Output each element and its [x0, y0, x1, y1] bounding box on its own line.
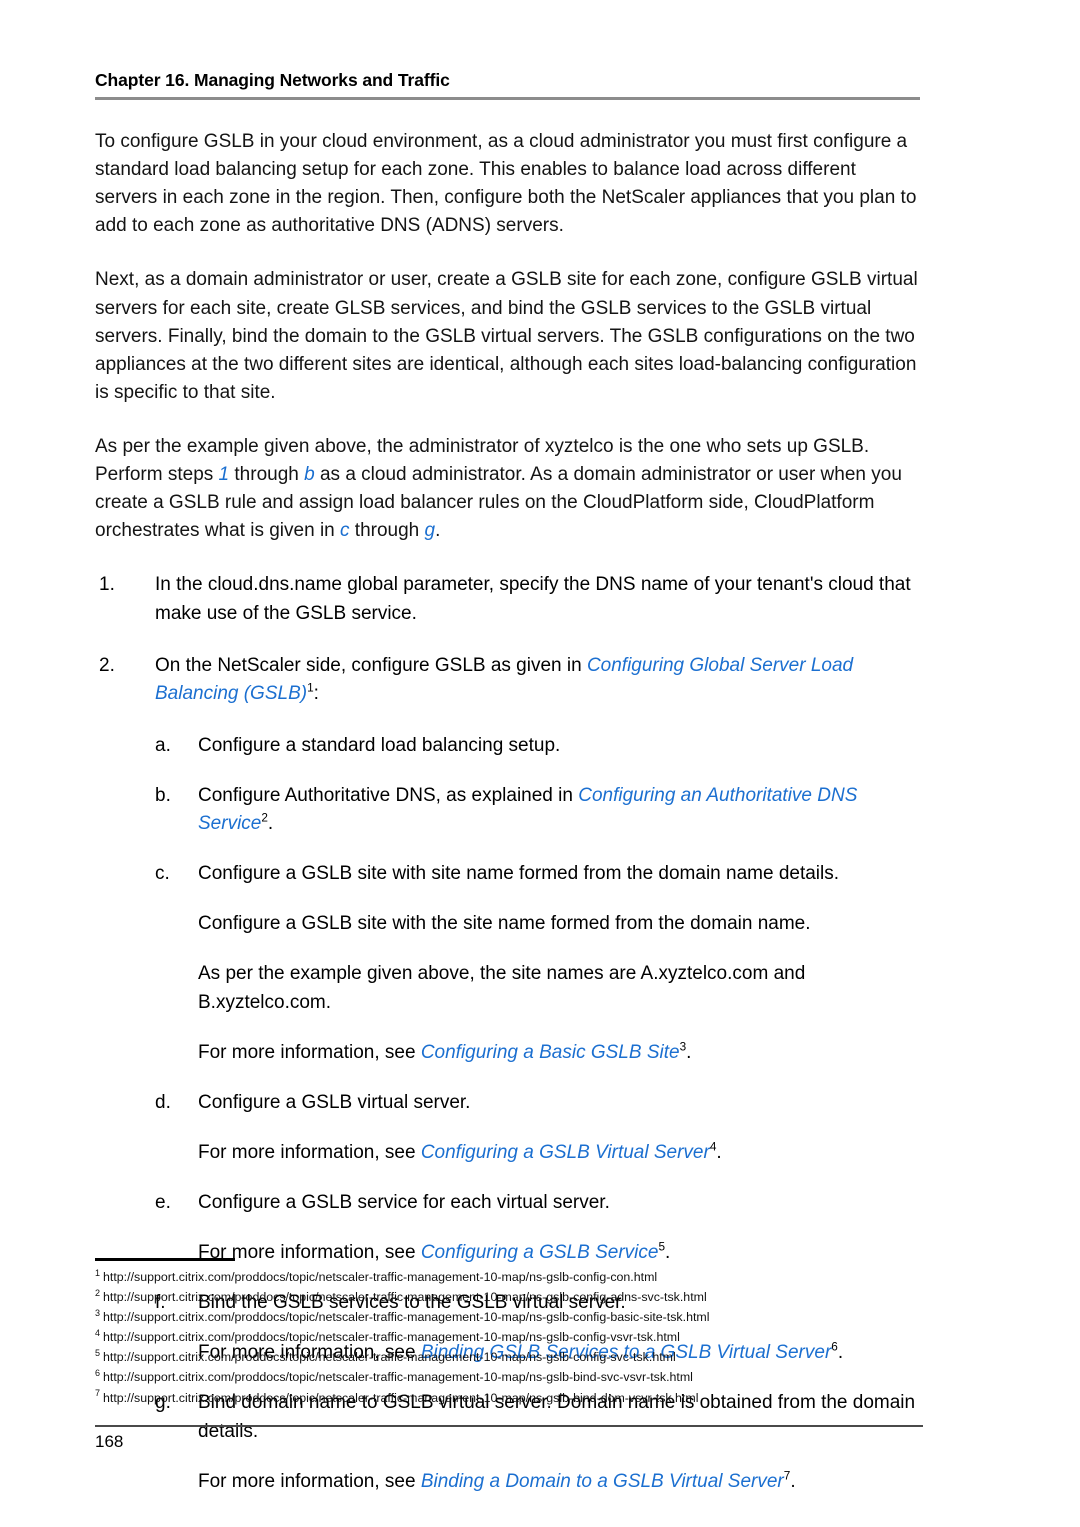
- more-info-label-g: For more information, see: [198, 1470, 421, 1492]
- footnote-url[interactable]: http://support.citrix.com/proddocs/topic…: [103, 1370, 693, 1384]
- substep-item-d: d. Configure a GSLB virtual server. For …: [155, 1089, 923, 1167]
- page-header: Chapter 16. Managing Networks and Traffi…: [95, 70, 920, 100]
- substep-marker-e: e.: [155, 1191, 171, 1213]
- footnote-divider: [95, 1258, 235, 1261]
- footnote-url[interactable]: http://support.citrix.com/proddocs/topic…: [103, 1310, 709, 1324]
- footnote-entry: 5 http://support.citrix.com/proddocs/topi…: [95, 1347, 923, 1367]
- substep-marker-b: b.: [155, 784, 171, 806]
- substep-marker-c: c.: [155, 863, 170, 885]
- footnote-url[interactable]: http://support.citrix.com/proddocs/topic…: [103, 1270, 657, 1284]
- step-marker-1: 1.: [99, 574, 115, 596]
- more-info-period-g: .: [790, 1470, 796, 1492]
- substep-item-e: e. Configure a GSLB service for each vir…: [155, 1189, 923, 1267]
- substep-text-c: Configure a GSLB site with site name for…: [198, 863, 840, 885]
- step-text-2-after: :: [313, 682, 319, 704]
- paragraph-3-text-4: through: [349, 520, 425, 542]
- step-text-1: In the cloud.dns.name global parameter, …: [155, 574, 911, 624]
- substep-d-more-info: For more information, see Configuring a …: [198, 1139, 923, 1167]
- intro-paragraph-2: Next, as a domain administrator or user,…: [95, 269, 918, 403]
- substep-text-a: Configure a standard load balancing setu…: [198, 734, 561, 756]
- more-info-label-c: For more information, see: [198, 1041, 421, 1063]
- substep-text-b-after: .: [267, 813, 274, 835]
- footnote-url[interactable]: http://support.citrix.com/proddocs/topic…: [103, 1330, 680, 1344]
- substep-item-a: a. Configure a standard load balancing s…: [155, 732, 923, 760]
- step-ref-c-link[interactable]: c: [340, 520, 350, 541]
- footer-divider: [95, 1425, 923, 1427]
- footnote-entry: 6 http://support.citrix.com/proddocs/topi…: [95, 1367, 923, 1387]
- footnote-number: 1: [95, 1267, 101, 1278]
- footnote-entry: 7 http://support.citrix.com/proddocs/topi…: [95, 1388, 923, 1408]
- step-marker-2: 2.: [99, 654, 115, 676]
- footnote-section: 1 http://support.citrix.com/proddocs/topi…: [95, 1258, 923, 1408]
- substep-c-note-2: As per the example given above, the site…: [198, 963, 806, 1013]
- intro-paragraph-3: As per the example given above, the admi…: [95, 433, 923, 545]
- binding-domain-link[interactable]: Binding a Domain to a GSLB Virtual Serve…: [421, 1471, 784, 1492]
- footnote-number: 5: [95, 1348, 101, 1359]
- step-item-1: 1. In the cloud.dns.name global paramete…: [95, 571, 923, 627]
- substep-item-c: c. Configure a GSLB site with site name …: [155, 860, 923, 1067]
- substep-text-b-before: Configure Authoritative DNS, as explaine…: [198, 784, 579, 806]
- footnote-entry: 1 http://support.citrix.com/proddocs/topi…: [95, 1267, 923, 1287]
- paragraph-3-text-5: .: [435, 520, 441, 542]
- substep-item-b: b. Configure Authoritative DNS, as expla…: [155, 782, 923, 838]
- substep-marker-a: a.: [155, 734, 171, 756]
- chapter-title: Chapter 16. Managing Networks and Traffi…: [95, 70, 450, 90]
- step-text-2-before: On the NetScaler side, configure GSLB as…: [155, 654, 587, 676]
- page-number: 168: [95, 1432, 124, 1451]
- more-info-period-c: .: [686, 1041, 692, 1063]
- footnote-number: 7: [95, 1388, 101, 1399]
- substep-c-note-1: Configure a GSLB site with the site name…: [198, 913, 811, 935]
- step-ref-g-link[interactable]: g: [425, 520, 436, 541]
- more-info-period-d: .: [716, 1141, 722, 1163]
- paragraph-3-text-2: through: [229, 464, 305, 486]
- substep-marker-d: d.: [155, 1091, 171, 1113]
- header-divider: [95, 97, 920, 100]
- substep-g-more-info: For more information, see Binding a Doma…: [198, 1468, 923, 1496]
- more-info-label-d: For more information, see: [198, 1141, 421, 1163]
- substep-c-more-info: For more information, see Configuring a …: [198, 1039, 923, 1067]
- footnote-number: 6: [95, 1368, 101, 1379]
- footnote-url[interactable]: http://support.citrix.com/proddocs/topic…: [103, 1350, 676, 1364]
- footnote-number: 2: [95, 1287, 101, 1298]
- intro-paragraph-1: To configure GSLB in your cloud environm…: [95, 131, 917, 237]
- footnote-url[interactable]: http://support.citrix.com/proddocs/topic…: [103, 1391, 698, 1405]
- footnote-entry: 3 http://support.citrix.com/proddocs/topi…: [95, 1307, 923, 1327]
- footnote-number: 3: [95, 1308, 101, 1319]
- gslb-virtual-server-link[interactable]: Configuring a GSLB Virtual Server: [421, 1142, 710, 1163]
- substep-text-e: Configure a GSLB service for each virtua…: [198, 1191, 610, 1213]
- document-page: Chapter 16. Managing Networks and Traffi…: [0, 0, 1080, 1527]
- footnote-number: 4: [95, 1328, 101, 1339]
- footnote-url[interactable]: http://support.citrix.com/proddocs/topic…: [103, 1290, 707, 1304]
- basic-gslb-site-link[interactable]: Configuring a Basic GSLB Site: [421, 1042, 680, 1063]
- footnote-entry: 2 http://support.citrix.com/proddocs/topi…: [95, 1287, 923, 1307]
- footnote-entry: 4 http://support.citrix.com/proddocs/topi…: [95, 1327, 923, 1347]
- substep-text-d: Configure a GSLB virtual server.: [198, 1091, 471, 1113]
- step-ref-b-link[interactable]: b: [304, 464, 315, 485]
- step-ref-1-link[interactable]: 1: [219, 464, 230, 485]
